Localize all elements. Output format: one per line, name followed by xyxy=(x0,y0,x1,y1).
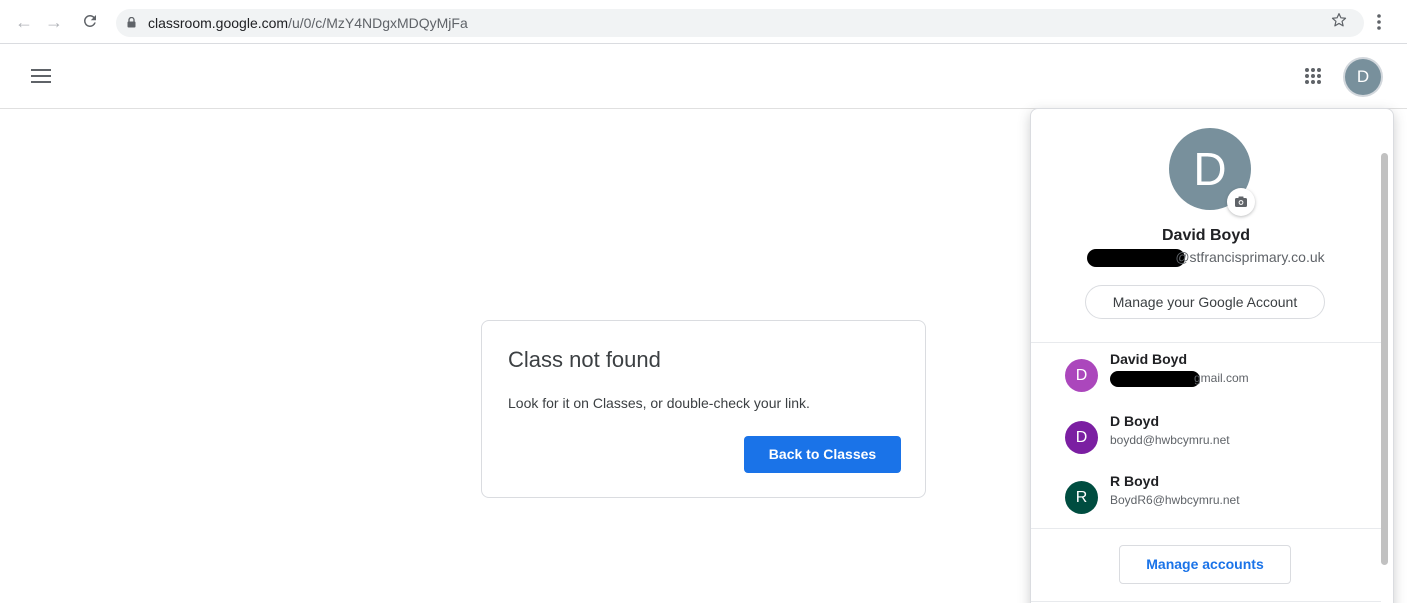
account-item-1[interactable]: D David Boyd gmail.com xyxy=(1031,351,1381,419)
hamburger-menu-icon[interactable] xyxy=(31,69,51,83)
back-arrow-icon[interactable]: ← xyxy=(14,12,34,32)
app-header: D xyxy=(0,45,1407,109)
url-text: classroom.google.com/u/0/c/MzY4NDgxMDQyM… xyxy=(148,15,468,31)
account-avatar: D xyxy=(1065,421,1098,454)
url-path: /u/0/c/MzY4NDgxMDQyMjFa xyxy=(288,15,468,31)
profile-email-suffix: @stfrancisprimary.co.uk xyxy=(1175,249,1325,265)
account-email: BoydR6@hwbcymru.net xyxy=(1110,493,1240,507)
account-name: R Boyd xyxy=(1110,473,1159,489)
account-email: boydd@hwbcymru.net xyxy=(1110,433,1230,447)
account-item-3[interactable]: R R Boyd BoydR6@hwbcymru.net xyxy=(1031,473,1381,541)
url-domain: classroom.google.com xyxy=(148,15,289,31)
account-email: gmail.com xyxy=(1110,371,1249,387)
camera-icon xyxy=(1235,196,1247,207)
forward-arrow-icon[interactable]: → xyxy=(44,12,64,32)
divider xyxy=(1031,528,1381,529)
account-switcher-panel: D David Boyd @stfrancisprimary.co.uk Man… xyxy=(1030,108,1394,603)
error-title: Class not found xyxy=(508,347,661,372)
profile-email: @stfrancisprimary.co.uk xyxy=(1031,249,1381,268)
bookmark-star-icon[interactable] xyxy=(1330,11,1348,29)
reload-icon[interactable] xyxy=(80,12,100,32)
redaction-mark xyxy=(1110,371,1200,387)
account-avatar: D xyxy=(1065,359,1098,392)
browser-toolbar: ← → classroom.google.com/u/0/c/MzY4NDgxM… xyxy=(0,0,1407,44)
browser-menu-icon[interactable] xyxy=(1376,12,1382,32)
redaction-mark xyxy=(1087,249,1186,268)
google-apps-icon[interactable] xyxy=(1304,67,1322,85)
lock-icon xyxy=(127,17,136,28)
account-avatar-button[interactable]: D xyxy=(1345,59,1381,95)
account-name: D Boyd xyxy=(1110,413,1159,429)
panel-scrollbar[interactable] xyxy=(1381,153,1388,565)
account-email-suffix: gmail.com xyxy=(1194,371,1249,386)
class-not-found-card: Class not found Look for it on Classes, … xyxy=(481,320,926,498)
account-name: David Boyd xyxy=(1110,351,1188,367)
change-photo-button[interactable] xyxy=(1227,188,1255,216)
account-item-2[interactable]: D D Boyd boydd@hwbcymru.net xyxy=(1031,413,1381,481)
back-to-classes-button[interactable]: Back to Classes xyxy=(744,436,901,473)
manage-google-account-button[interactable]: Manage your Google Account xyxy=(1085,285,1325,319)
profile-name: David Boyd xyxy=(1161,227,1250,244)
divider xyxy=(1031,342,1381,343)
address-bar[interactable]: classroom.google.com/u/0/c/MzY4NDgxMDQyM… xyxy=(116,9,1364,37)
divider xyxy=(1031,601,1381,602)
error-message: Look for it on Classes, or double-check … xyxy=(508,395,810,411)
account-avatar: R xyxy=(1065,481,1098,514)
manage-accounts-button[interactable]: Manage accounts xyxy=(1119,545,1291,584)
